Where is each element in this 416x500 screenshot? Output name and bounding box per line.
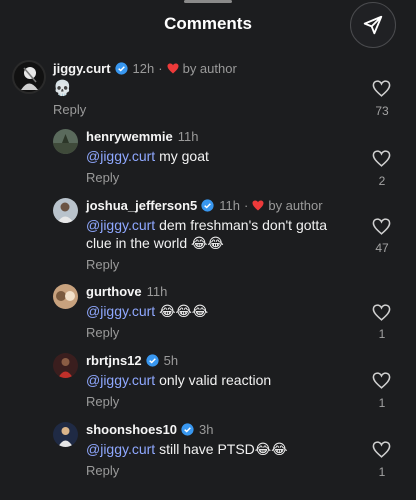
mention-link[interactable]: @jiggy.curt (86, 148, 155, 164)
verified-badge-icon (201, 199, 214, 212)
reply-button[interactable]: Reply (86, 257, 119, 272)
like-count: 1 (378, 327, 386, 341)
heart-outline-icon[interactable] (372, 372, 391, 389)
share-button[interactable] (350, 2, 396, 48)
like-count: 47 (375, 241, 389, 255)
timestamp: 3h (199, 422, 214, 437)
like-count: 73 (375, 104, 389, 118)
heart-outline-icon[interactable] (372, 218, 391, 235)
comment-reply: shoonshoes10 3h @jiggy.curt still have P… (0, 419, 416, 500)
username[interactable]: rbrtjns12 (86, 353, 142, 368)
comment-text: @jiggy.curt my goat (86, 148, 209, 164)
comment-text: 💀 (53, 80, 72, 97)
reply-button[interactable]: Reply (86, 394, 119, 409)
verified-badge-icon (114, 62, 128, 75)
separator-dot: · (244, 198, 249, 213)
liked-by-author-label: by author (268, 198, 323, 213)
comment-text: @jiggy.curt dem freshman's don't gotta c… (86, 217, 328, 251)
avatar[interactable] (53, 353, 78, 378)
comment-text: @jiggy.curt only valid reaction (86, 372, 272, 388)
like-count: 2 (378, 174, 386, 188)
timestamp: 5h (163, 353, 179, 368)
send-icon (363, 15, 383, 35)
timestamp: 11h (219, 198, 240, 213)
avatar[interactable] (53, 129, 78, 154)
heart-outline-icon[interactable] (372, 150, 391, 167)
verified-badge-icon (146, 354, 159, 367)
comment-text: @jiggy.curt 😂😂😂 (86, 303, 209, 319)
timestamp: 11h (177, 129, 199, 144)
heart-outline-icon[interactable] (372, 441, 391, 458)
reply-button[interactable]: Reply (86, 170, 119, 185)
username[interactable]: joshua_jefferson5 (86, 198, 197, 213)
comment-reply: rbrtjns12 5h @jiggy.curt only valid reac… (0, 350, 416, 414)
liked-by-author-label: by author (182, 61, 237, 76)
reply-button[interactable]: Reply (86, 325, 119, 340)
mention-link[interactable]: @jiggy.curt (86, 372, 155, 388)
username[interactable]: jiggy.curt (53, 61, 111, 76)
avatar[interactable] (53, 198, 78, 223)
verified-badge-icon (181, 423, 194, 436)
comment-reply: joshua_jefferson5 11h · by author @jiggy… (0, 195, 416, 275)
avatar[interactable] (53, 284, 78, 309)
timestamp: 12h (132, 61, 155, 76)
username[interactable]: shoonshoes10 (86, 422, 177, 437)
username[interactable]: gurthove (86, 284, 142, 299)
timestamp: 11h (146, 284, 168, 299)
mention-link[interactable]: @jiggy.curt (86, 303, 155, 319)
reply-button[interactable]: Reply (86, 463, 119, 478)
comments-header: Comments (0, 0, 416, 52)
red-heart-icon (252, 200, 264, 211)
separator-dot: · (158, 61, 163, 76)
heart-outline-icon[interactable] (372, 80, 391, 97)
mention-link[interactable]: @jiggy.curt (86, 217, 155, 233)
avatar[interactable] (12, 60, 46, 94)
mention-link[interactable]: @jiggy.curt (86, 441, 155, 457)
comment-reply: henrywemmie 11h @jiggy.curt my goat Repl… (0, 126, 416, 190)
red-heart-icon (167, 63, 179, 74)
comment-text: @jiggy.curt still have PTSD😂😂 (86, 441, 288, 457)
like-count: 1 (378, 465, 386, 479)
heart-outline-icon[interactable] (372, 304, 391, 321)
reply-button[interactable]: Reply (53, 102, 86, 117)
avatar[interactable] (53, 422, 78, 447)
like-count: 1 (378, 396, 386, 410)
comment-reply: gurthove 11h @jiggy.curt 😂😂😂 Reply 1 (0, 281, 416, 345)
comment-top-level: jiggy.curt 12h · by author 💀 Reply 73 (0, 58, 416, 124)
username[interactable]: henrywemmie (86, 129, 173, 144)
